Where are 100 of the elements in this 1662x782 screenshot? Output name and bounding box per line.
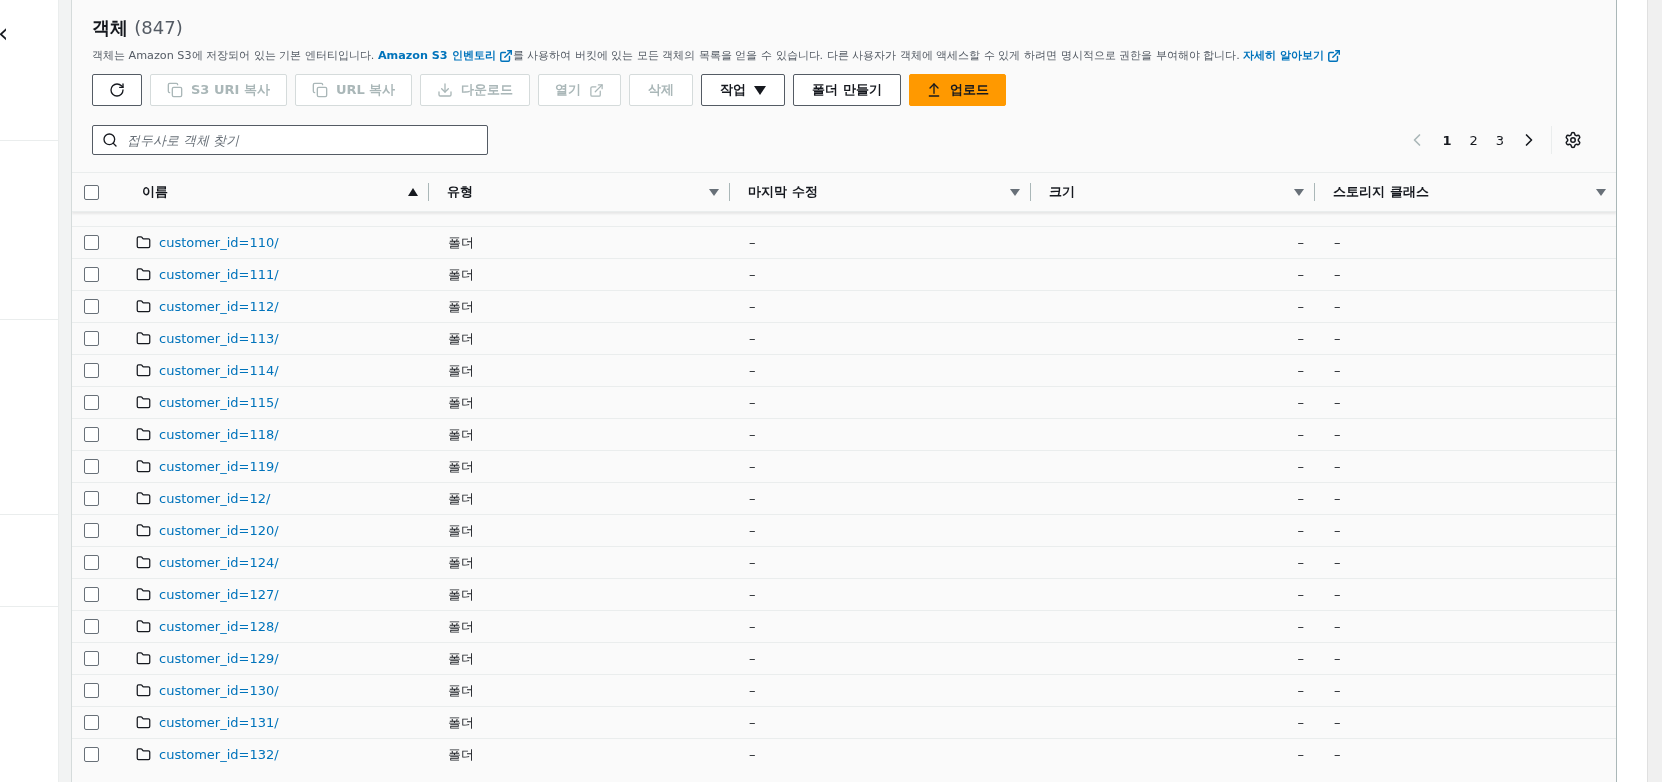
table-cell: – <box>1297 651 1304 666</box>
sort-icon[interactable] <box>1010 188 1020 196</box>
checkbox[interactable] <box>84 184 99 200</box>
table-cell-text: 폴더 <box>447 393 474 412</box>
table-cell-text: – <box>1333 363 1341 378</box>
table-cell: – <box>1297 363 1304 378</box>
table-cell-text: – <box>748 267 756 282</box>
folder-link[interactable]: customer_id=131/ <box>159 715 279 730</box>
sort-icon[interactable] <box>709 188 719 196</box>
folder-link[interactable]: customer_id=118/ <box>159 427 279 442</box>
folder-link[interactable]: customer_id=115/ <box>159 395 279 410</box>
folder-icon <box>136 491 151 506</box>
checkbox[interactable] <box>84 299 99 314</box>
folder-icon <box>136 651 151 666</box>
checkbox[interactable] <box>84 715 99 730</box>
table-cell-text: – <box>1333 235 1341 250</box>
table-cell: – <box>1297 587 1304 602</box>
table-cell-text: – <box>748 683 756 698</box>
checkbox[interactable] <box>84 651 99 666</box>
checkbox[interactable] <box>84 555 99 570</box>
table-cell-text: – <box>748 715 756 730</box>
upload-button[interactable]: 업로드 <box>908 74 1006 106</box>
column-header[interactable]: 유형 <box>447 183 473 201</box>
folder-link[interactable]: customer_id=124/ <box>159 555 279 570</box>
folder-link[interactable]: customer_id=129/ <box>159 651 279 666</box>
table-cell: – <box>1297 395 1304 410</box>
checkbox[interactable] <box>84 523 99 538</box>
table-cell-text: 폴더 <box>447 585 474 604</box>
page-button[interactable]: 2 <box>1466 130 1481 150</box>
folder-icon <box>136 427 151 442</box>
table-cell: – <box>1297 619 1304 634</box>
table-cell: – <box>1297 299 1304 314</box>
folder-icon <box>136 555 151 570</box>
toolbar-button[interactable]: 작업 <box>701 74 786 106</box>
checkbox[interactable] <box>84 491 99 506</box>
checkbox[interactable] <box>84 747 99 762</box>
table-cell-text: – <box>1333 747 1341 762</box>
folder-link[interactable]: customer_id=119/ <box>159 459 279 474</box>
checkbox[interactable] <box>84 363 99 378</box>
table-cell-text: – <box>748 651 756 666</box>
table-cell-text: 폴더 <box>447 713 474 732</box>
search-field[interactable]: 접두사로 객체 찾기 <box>92 125 488 155</box>
checkbox[interactable] <box>84 427 99 442</box>
folder-link[interactable]: customer_id=127/ <box>159 587 279 602</box>
folder-icon <box>136 299 151 314</box>
table-cell: – <box>1297 747 1304 762</box>
folder-link[interactable]: customer_id=120/ <box>159 523 279 538</box>
scrollbar[interactable] <box>1647 0 1662 782</box>
column-header[interactable]: 스토리지 클래스 <box>1333 183 1429 201</box>
folder-link[interactable]: customer_id=132/ <box>159 747 279 762</box>
table-cell-text: 폴더 <box>447 361 474 380</box>
page-button[interactable]: 1 <box>1439 130 1455 150</box>
table-cell-text: – <box>1333 299 1341 314</box>
sort-icon[interactable] <box>1596 188 1606 196</box>
refresh-button[interactable] <box>92 74 142 106</box>
table-cell-text: – <box>748 491 756 506</box>
folder-link[interactable]: customer_id=111/ <box>159 267 279 282</box>
table-cell-text: 폴더 <box>447 425 474 444</box>
column-header[interactable]: 마지막 수정 <box>748 183 818 201</box>
table-cell-text: 폴더 <box>447 521 474 540</box>
sort-icon[interactable] <box>1294 188 1304 196</box>
table-cell-text: 폴더 <box>447 265 474 284</box>
table-cell-text: – <box>748 459 756 474</box>
folder-link[interactable]: customer_id=110/ <box>159 235 279 250</box>
checkbox[interactable] <box>84 331 99 346</box>
table-cell-text: – <box>1333 619 1341 634</box>
checkbox[interactable] <box>84 395 99 410</box>
page-button[interactable]: 3 <box>1492 130 1507 150</box>
external-link-icon <box>589 82 605 98</box>
checkbox[interactable] <box>84 587 99 602</box>
folder-link[interactable]: customer_id=12/ <box>159 491 271 506</box>
toolbar-button[interactable]: 폴더 만들기 <box>793 74 901 106</box>
checkbox[interactable] <box>84 619 99 634</box>
settings-icon[interactable] <box>1564 131 1582 149</box>
folder-icon <box>136 715 151 730</box>
column-header[interactable]: 이름 <box>142 183 168 201</box>
link[interactable]: 자세히 알아보기 <box>1243 48 1342 63</box>
table-cell: – <box>1297 267 1304 282</box>
table-cell: – <box>1297 459 1304 474</box>
table-cell-text: 폴더 <box>447 233 474 252</box>
checkbox[interactable] <box>84 267 99 282</box>
sort-ascending-icon[interactable] <box>408 188 418 196</box>
table-cell-text: 폴더 <box>447 297 474 316</box>
folder-icon <box>136 331 151 346</box>
table-cell: – <box>1297 331 1304 346</box>
external-link-icon <box>1327 48 1342 63</box>
folder-link[interactable]: customer_id=114/ <box>159 363 279 378</box>
column-header[interactable]: 크기 <box>1049 183 1075 201</box>
table-cell-text: – <box>748 331 756 346</box>
table-cell-text: – <box>1333 683 1341 698</box>
folder-link[interactable]: customer_id=128/ <box>159 619 279 634</box>
link[interactable]: Amazon S3 인벤토리 <box>377 48 513 63</box>
checkbox[interactable] <box>84 459 99 474</box>
folder-link[interactable]: customer_id=130/ <box>159 683 279 698</box>
folder-icon <box>136 267 151 282</box>
collapse-icon[interactable]: ‹ <box>0 20 9 46</box>
folder-link[interactable]: customer_id=112/ <box>159 299 279 314</box>
folder-link[interactable]: customer_id=113/ <box>159 331 279 346</box>
checkbox[interactable] <box>84 235 99 250</box>
checkbox[interactable] <box>84 683 99 698</box>
